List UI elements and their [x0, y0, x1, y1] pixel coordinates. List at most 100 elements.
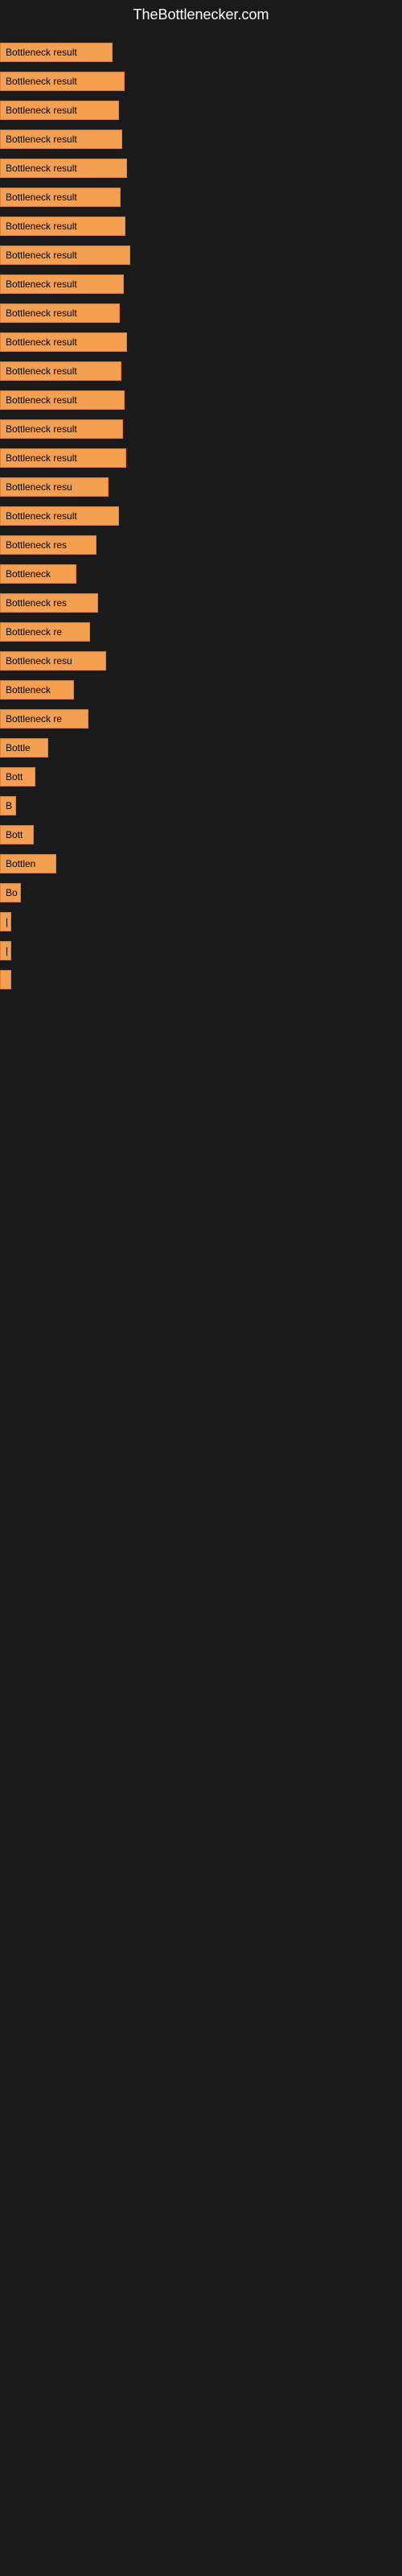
- bar-label: Bottleneck re: [6, 713, 62, 724]
- bottleneck-result-bar: Bottleneck: [0, 564, 76, 584]
- bottleneck-result-bar: Bottleneck result: [0, 188, 121, 207]
- bars-container: Bottleneck result Bottleneck result Bottle…: [0, 30, 402, 1051]
- bar-row: Bottleneck result: [0, 212, 402, 241]
- bottleneck-result-bar: Bott: [0, 825, 34, 844]
- bar-row: Bottleneck result: [0, 67, 402, 96]
- bottleneck-result-bar: Bottleneck result: [0, 390, 125, 410]
- bar-label: Bottleneck result: [6, 336, 77, 348]
- bar-row: Bottleneck result: [0, 270, 402, 299]
- bar-row: Bottleneck resu: [0, 473, 402, 502]
- bottleneck-result-bar: Bottleneck resu: [0, 477, 109, 497]
- bottleneck-result-bar: Bottleneck result: [0, 303, 120, 323]
- bottleneck-result-bar: Bottleneck result: [0, 72, 125, 91]
- bar-label: Bottleneck result: [6, 365, 77, 377]
- bar-label: Bottleneck re: [6, 626, 62, 638]
- bar-row: [0, 965, 402, 994]
- bar-label: Bottleneck result: [6, 423, 77, 435]
- bar-label: |: [6, 945, 8, 956]
- bar-row: Bottleneck re: [0, 617, 402, 646]
- bottleneck-result-bar: Bo: [0, 883, 21, 902]
- bar-row: Bottleneck res: [0, 588, 402, 617]
- bar-row: Bottleneck result: [0, 328, 402, 357]
- bar-label: Bottleneck resu: [6, 655, 72, 667]
- bar-label: Bottleneck result: [6, 221, 77, 232]
- bar-row: [0, 994, 402, 1004]
- bar-row: Bottleneck resu: [0, 646, 402, 675]
- bottleneck-result-bar: Bottleneck result: [0, 43, 113, 62]
- site-title: TheBottlenecker.com: [0, 0, 402, 30]
- bar-row: Bottleneck res: [0, 530, 402, 559]
- bar-row: Bottleneck result: [0, 183, 402, 212]
- bar-row: Bottleneck: [0, 675, 402, 704]
- bar-row: Bottleneck result: [0, 96, 402, 125]
- bottleneck-result-bar: [0, 970, 11, 989]
- bottleneck-result-bar: Bottleneck re: [0, 622, 90, 642]
- bar-row: Bottleneck result: [0, 154, 402, 183]
- bottleneck-result-bar: B: [0, 796, 16, 815]
- bottleneck-result-bar: Bottleneck re: [0, 709, 88, 729]
- bar-row: [0, 1013, 402, 1023]
- bar-row: Bottleneck result: [0, 357, 402, 386]
- bar-row: B: [0, 791, 402, 820]
- bar-label: Bottleneck result: [6, 308, 77, 319]
- bar-label: Bottleneck: [6, 684, 51, 696]
- bar-row: Bottleneck result: [0, 415, 402, 444]
- bar-row: Bottleneck result: [0, 38, 402, 67]
- bar-label: B: [6, 800, 12, 811]
- bar-label: Bottleneck res: [6, 539, 67, 551]
- bottleneck-result-bar: Bottleneck res: [0, 535, 96, 555]
- bar-row: |: [0, 936, 402, 965]
- bar-label: Bottleneck result: [6, 192, 77, 203]
- bottleneck-result-bar: Bottleneck result: [0, 361, 121, 381]
- bar-row: [0, 1023, 402, 1033]
- bottleneck-result-bar: Bottleneck result: [0, 130, 122, 149]
- bottleneck-result-bar: |: [0, 941, 11, 960]
- bar-label: Bottleneck result: [6, 134, 77, 145]
- bar-label: Bott: [6, 829, 23, 840]
- bottleneck-result-bar: Bottleneck result: [0, 275, 124, 294]
- bar-row: Bottleneck result: [0, 386, 402, 415]
- bottleneck-result-bar: Bottlen: [0, 854, 56, 873]
- bar-row: Bottlen: [0, 849, 402, 878]
- bar-label: Bottleneck res: [6, 597, 67, 609]
- bar-row: |: [0, 907, 402, 936]
- bottleneck-result-bar: Bottleneck result: [0, 159, 127, 178]
- bottleneck-result-bar: Bottleneck result: [0, 506, 119, 526]
- bar-label: Bottleneck result: [6, 163, 77, 174]
- bar-row: Bottleneck result: [0, 444, 402, 473]
- bar-row: Bottleneck: [0, 559, 402, 588]
- bar-row: [0, 1033, 402, 1042]
- bottleneck-result-bar: Bottle: [0, 738, 48, 758]
- bar-label: Bottleneck result: [6, 76, 77, 87]
- bar-row: Bott: [0, 820, 402, 849]
- bottleneck-result-bar: Bottleneck result: [0, 217, 125, 236]
- bar-row: Bottleneck result: [0, 125, 402, 154]
- bar-row: Bo: [0, 878, 402, 907]
- bar-row: Bottleneck result: [0, 502, 402, 530]
- bar-label: Bottleneck result: [6, 250, 77, 261]
- bottleneck-result-bar: Bottleneck resu: [0, 651, 106, 671]
- bar-label: Bo: [6, 887, 18, 898]
- bar-label: Bottleneck resu: [6, 481, 72, 493]
- bar-label: Bottlen: [6, 858, 35, 869]
- bottleneck-result-bar: Bottleneck: [0, 680, 74, 700]
- bar-row: Bottleneck re: [0, 704, 402, 733]
- bar-label: Bottleneck result: [6, 510, 77, 522]
- bottleneck-result-bar: Bottleneck result: [0, 332, 127, 352]
- bottleneck-result-bar: |: [0, 912, 11, 931]
- bottleneck-result-bar: Bott: [0, 767, 35, 786]
- bar-row: Bott: [0, 762, 402, 791]
- bar-label: Bottleneck: [6, 568, 51, 580]
- bottleneck-result-bar: Bottleneck res: [0, 593, 98, 613]
- bar-label: Bottleneck result: [6, 105, 77, 116]
- bottleneck-result-bar: Bottleneck result: [0, 101, 119, 120]
- bar-row: Bottleneck result: [0, 299, 402, 328]
- bar-label: Bott: [6, 771, 23, 782]
- bar-row: Bottle: [0, 733, 402, 762]
- bar-row: [0, 1004, 402, 1013]
- bottleneck-result-bar: Bottleneck result: [0, 419, 123, 439]
- bar-label: Bottleneck result: [6, 394, 77, 406]
- bar-label: Bottle: [6, 742, 31, 753]
- bar-label: Bottleneck result: [6, 47, 77, 58]
- bar-label: |: [6, 916, 8, 927]
